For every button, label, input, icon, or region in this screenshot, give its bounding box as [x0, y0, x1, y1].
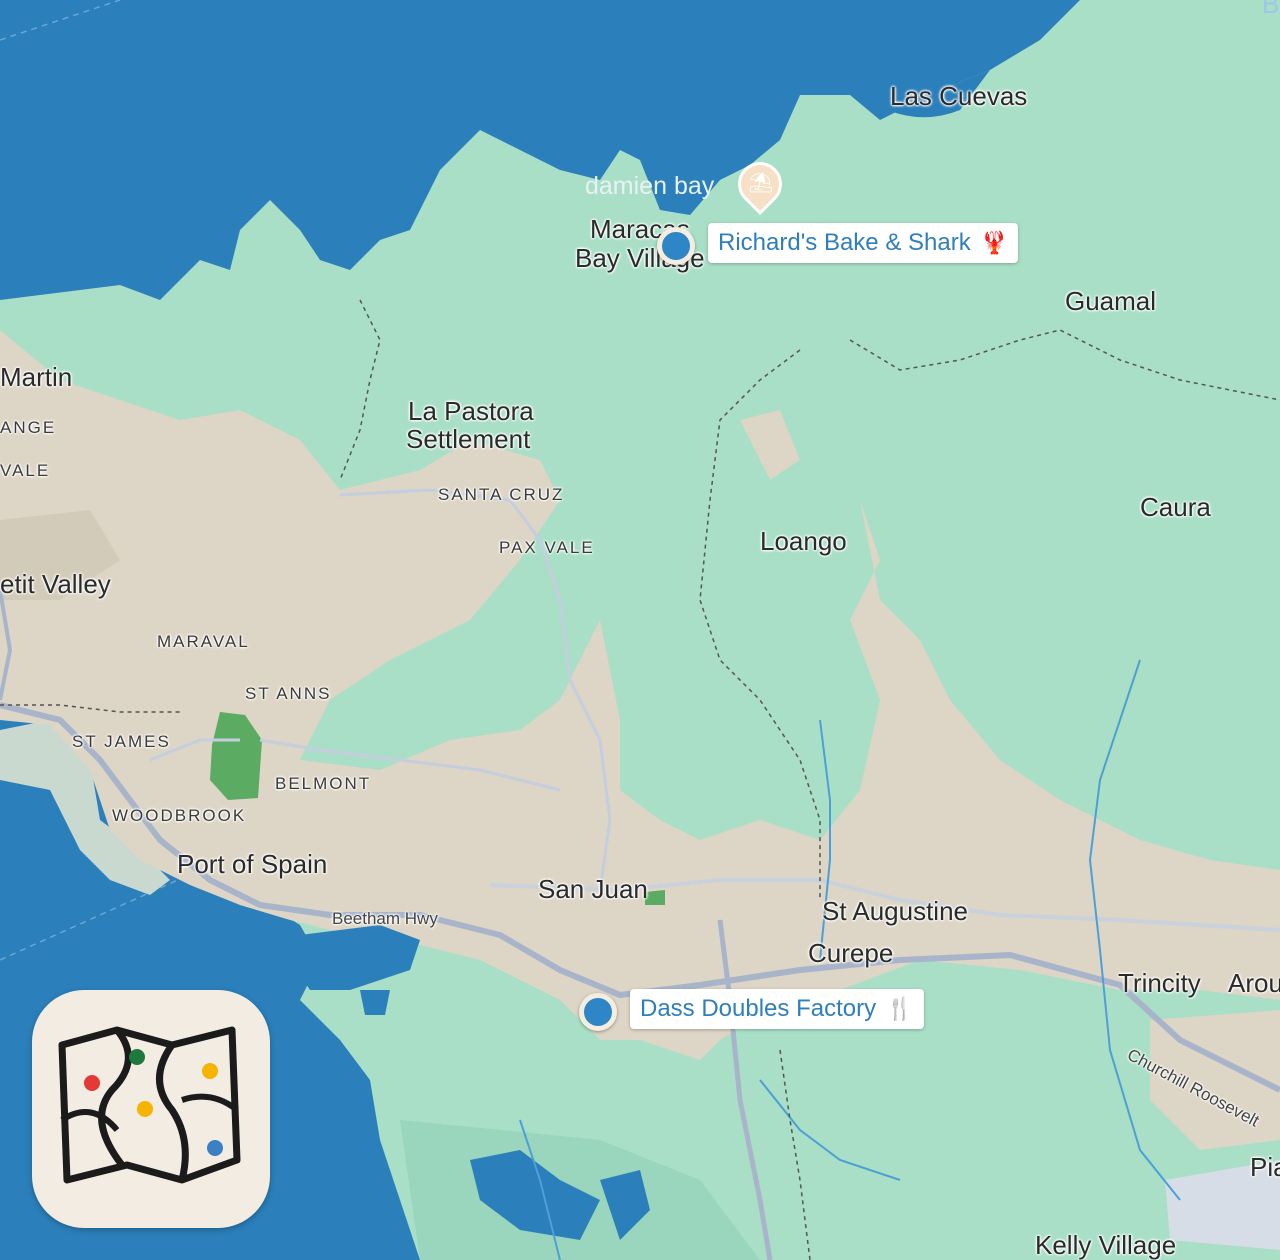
dot-red: [84, 1075, 100, 1091]
tag-label: Richard's Bake & Shark: [718, 229, 971, 256]
tag-label: Dass Doubles Factory: [640, 995, 877, 1022]
pin-richards-bake-shark[interactable]: [657, 227, 695, 265]
dot-yellow-1: [202, 1063, 218, 1079]
label-edge-b: B: [1262, 0, 1280, 19]
tag-richards-bake-shark[interactable]: Richard's Bake & Shark 🦞: [708, 223, 1019, 263]
label-damien-bay[interactable]: damien bay: [585, 172, 714, 201]
label-ange[interactable]: ANGE: [0, 418, 56, 438]
label-las-cuevas[interactable]: Las Cuevas: [890, 82, 1027, 110]
label-curepe[interactable]: Curepe: [808, 939, 893, 967]
label-trincity[interactable]: Trincity: [1118, 969, 1201, 997]
dot-yellow-2: [137, 1101, 153, 1117]
label-st-augustine[interactable]: St Augustine: [822, 897, 968, 925]
label-woodbrook[interactable]: WOODBROOK: [112, 806, 246, 826]
label-pia[interactable]: Pia: [1250, 1153, 1280, 1181]
label-kelly-village[interactable]: Kelly Village: [1035, 1231, 1176, 1259]
label-santa-cruz[interactable]: SANTA CRUZ: [438, 485, 564, 505]
label-settlement[interactable]: Settlement: [406, 425, 530, 453]
label-beetham-hwy[interactable]: Beetham Hwy: [332, 909, 438, 929]
label-loango[interactable]: Loango: [760, 527, 847, 555]
label-belmont[interactable]: BELMONT: [275, 774, 371, 794]
label-st-anns[interactable]: ST ANNS: [245, 684, 331, 704]
label-guamal[interactable]: Guamal: [1065, 287, 1156, 315]
label-st-james[interactable]: ST JAMES: [72, 732, 171, 752]
label-caura[interactable]: Caura: [1140, 493, 1211, 521]
dot-green: [129, 1049, 145, 1065]
label-petit-valley[interactable]: etit Valley: [0, 570, 111, 598]
label-san-juan[interactable]: San Juan: [538, 875, 648, 903]
label-arou[interactable]: Arou: [1228, 969, 1280, 997]
label-martin[interactable]: Martin: [0, 363, 72, 391]
lobster-icon: 🦞: [980, 230, 1009, 255]
folded-map-icon: [58, 1026, 241, 1184]
label-pax-vale[interactable]: PAX VALE: [499, 538, 595, 558]
fork-knife-icon: 🍴: [886, 996, 914, 1021]
map-view[interactable]: Las Cuevas damien bay Maracas Bay Villag…: [0, 0, 1280, 1260]
label-port-of-spain[interactable]: Port of Spain: [177, 850, 327, 878]
pin-dass-doubles-factory[interactable]: [579, 993, 617, 1031]
label-la-pastora[interactable]: La Pastora: [408, 397, 534, 425]
label-maraval[interactable]: MARAVAL: [157, 632, 250, 652]
label-vale[interactable]: VALE: [0, 461, 50, 481]
tag-dass-doubles-factory[interactable]: Dass Doubles Factory 🍴: [630, 989, 924, 1029]
map-app-icon[interactable]: [32, 990, 270, 1228]
dot-blue: [207, 1140, 223, 1156]
